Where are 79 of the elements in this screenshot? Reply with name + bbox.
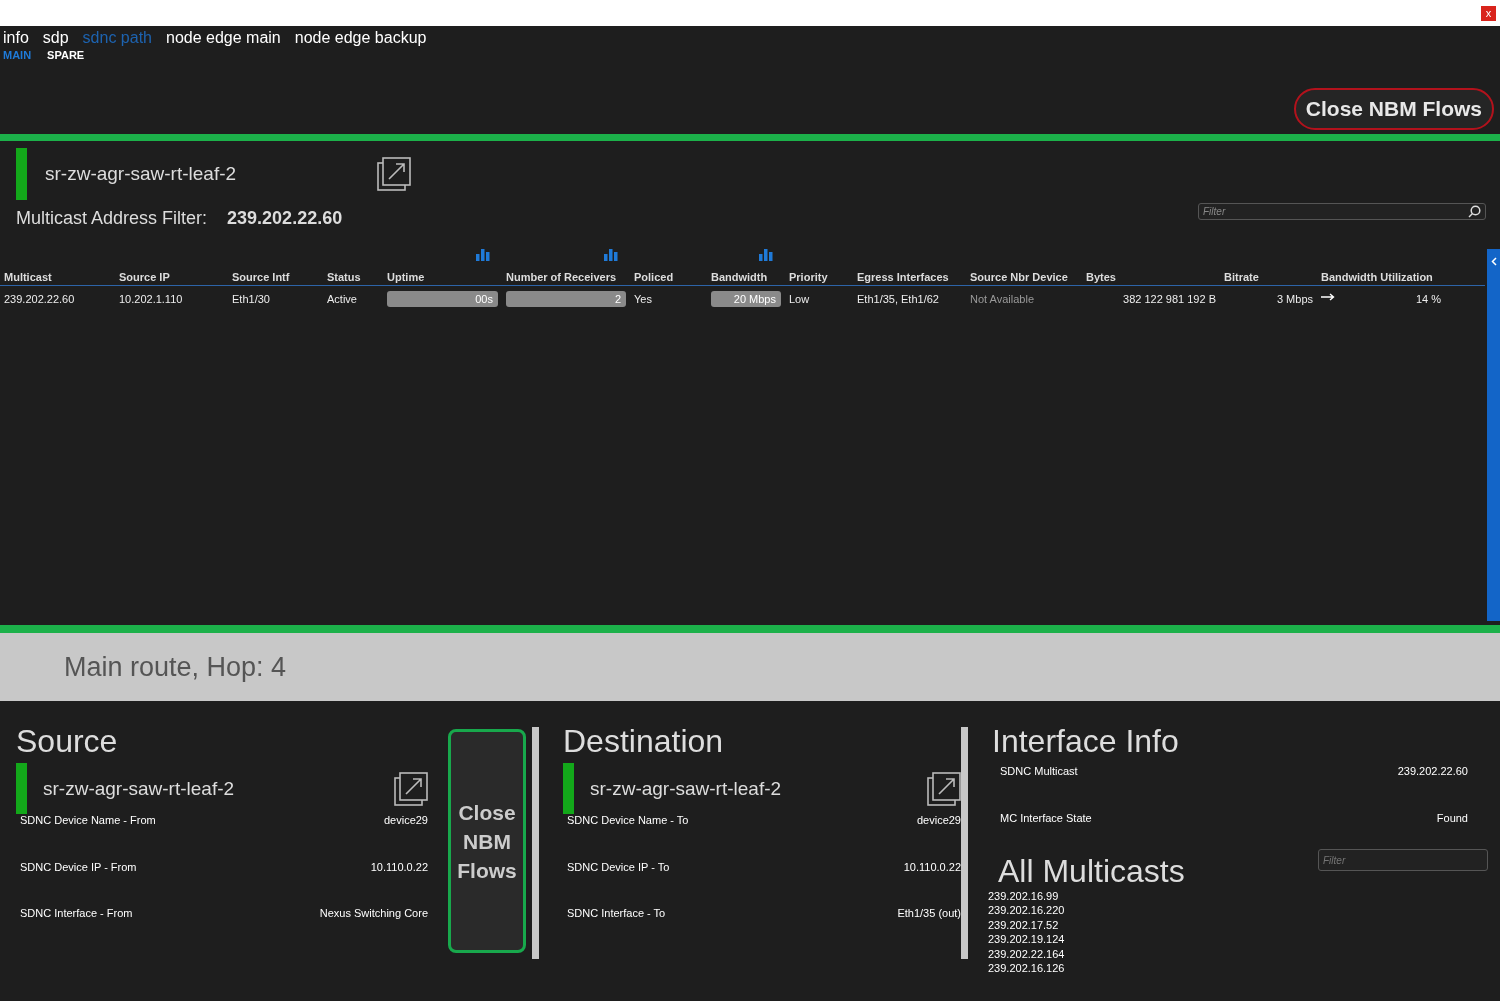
column-header[interactable]: Source Nbr Device xyxy=(970,271,1068,283)
column-header[interactable]: Number of Receivers xyxy=(506,271,617,283)
field-value: Nexus Switching Core xyxy=(319,907,428,919)
filter-field[interactable]: Filter xyxy=(1318,849,1488,871)
field-value: Eth1/35 (out) xyxy=(897,907,961,919)
column-header[interactable]: Uptime xyxy=(387,271,425,283)
arrow-right-icon xyxy=(1321,293,1335,301)
field-value: device29 xyxy=(383,814,428,826)
nav-tab[interactable]: sdp xyxy=(42,29,69,47)
multicast-item[interactable]: 239.202.17.52 xyxy=(988,917,1059,933)
column-header[interactable]: Multicast xyxy=(4,271,52,283)
device-name: sr-zw-agr-saw-rt-leaf-2 xyxy=(45,163,238,185)
route-banner: Main route, Hop: 4 xyxy=(0,633,1500,701)
value-chip: 20 Mbps xyxy=(711,291,781,307)
field-value: 239.202.22.60 xyxy=(1397,765,1468,779)
field-label: SDNC Device Name - To xyxy=(567,814,689,826)
multicast-item[interactable]: 239.202.16.126 xyxy=(988,961,1065,976)
window-close-button[interactable]: x xyxy=(1481,5,1496,21)
field-label: SDNC Multicast xyxy=(1000,765,1078,779)
table-cell: Not Available xyxy=(970,293,1034,305)
external-link-icon[interactable] xyxy=(927,771,961,806)
bar-chart-icon[interactable] xyxy=(759,249,773,261)
field-value: Found xyxy=(1436,812,1468,826)
external-link-icon[interactable] xyxy=(394,771,428,806)
field-label: SDNC Device IP - To xyxy=(567,860,670,873)
section-title: Interface Info xyxy=(992,723,1180,759)
column-header[interactable]: Status xyxy=(327,271,361,283)
chevron-left-icon xyxy=(1490,257,1497,266)
column-header[interactable]: Bandwidth Utilization xyxy=(1321,271,1433,283)
filter-field[interactable]: Filter xyxy=(1198,203,1486,220)
column-header[interactable]: Source IP xyxy=(119,271,170,283)
table-cell: 14 % xyxy=(1415,293,1441,305)
value-chip: 2 xyxy=(506,291,626,307)
field-value: device29 xyxy=(916,814,961,826)
table-cell: Eth1/35, Eth1/62 xyxy=(857,293,939,305)
close-flows-button[interactable]: Close NBM Flows xyxy=(448,729,526,953)
route-tab[interactable]: SPARE xyxy=(47,49,85,61)
multicast-item[interactable]: 239.202.22.164 xyxy=(988,946,1065,962)
external-link-icon[interactable] xyxy=(377,157,411,191)
column-header[interactable]: Bitrate xyxy=(1224,271,1259,283)
close-flows-button[interactable]: Close NBM Flows xyxy=(1293,88,1494,130)
table-cell: Yes xyxy=(634,293,652,305)
column-header[interactable]: Source Intf xyxy=(232,271,290,283)
multicast-item[interactable]: 239.202.19.124 xyxy=(988,932,1065,947)
field-value: 10.110.0.22 xyxy=(370,860,428,873)
route-tab[interactable]: MAIN xyxy=(3,49,32,61)
table-cell: Low xyxy=(789,293,810,305)
field-label: MC Interface State xyxy=(1000,812,1092,826)
bar-chart-icon[interactable] xyxy=(604,249,618,261)
device-name: sr-zw-agr-saw-rt-leaf-2 xyxy=(590,777,783,800)
table-cell: Active xyxy=(327,293,357,305)
table-cell: 10.202.1.110 xyxy=(119,293,183,305)
multicast-item[interactable]: 239.202.16.220 xyxy=(988,903,1065,918)
column-header[interactable]: Policed xyxy=(634,271,674,283)
field-label: SDNC Device IP - From xyxy=(20,860,137,873)
column-header[interactable]: Priority xyxy=(789,271,828,283)
table-cell-text: 382 122 981 192 B xyxy=(1122,293,1216,305)
table-cell: Eth1/30 xyxy=(232,293,270,305)
column-header[interactable]: Egress Interfaces xyxy=(857,271,949,283)
multicast-item[interactable]: 239.202.16.99 xyxy=(988,889,1059,904)
field-value: 10.110.0.22 xyxy=(903,860,961,873)
table-cell: 239.202.22.60 xyxy=(4,293,75,305)
device-name: sr-zw-agr-saw-rt-leaf-2 xyxy=(43,777,236,800)
column-header[interactable]: Bytes xyxy=(1086,271,1116,283)
column-header[interactable]: Bandwidth xyxy=(711,271,768,283)
section-title: Source xyxy=(16,723,119,759)
filter-value: 239.202.22.60 xyxy=(227,208,343,229)
bar-chart-icon[interactable] xyxy=(476,249,490,261)
filter-label: Multicast Address Filter: xyxy=(16,208,208,229)
table-cell-text: 3 Mbps xyxy=(1275,293,1313,305)
nav-tab[interactable]: node edge main xyxy=(166,29,281,47)
value-chip: 00s xyxy=(387,291,498,307)
nav-tab[interactable]: info xyxy=(3,29,29,47)
nav-tab[interactable]: node edge backup xyxy=(294,29,427,47)
field-label: SDNC Interface - To xyxy=(567,907,666,919)
section-title: Destination xyxy=(563,723,725,759)
field-label: SDNC Interface - From xyxy=(20,907,133,919)
section-title: All Multicasts xyxy=(997,853,1185,889)
field-label: SDNC Device Name - From xyxy=(20,814,156,826)
